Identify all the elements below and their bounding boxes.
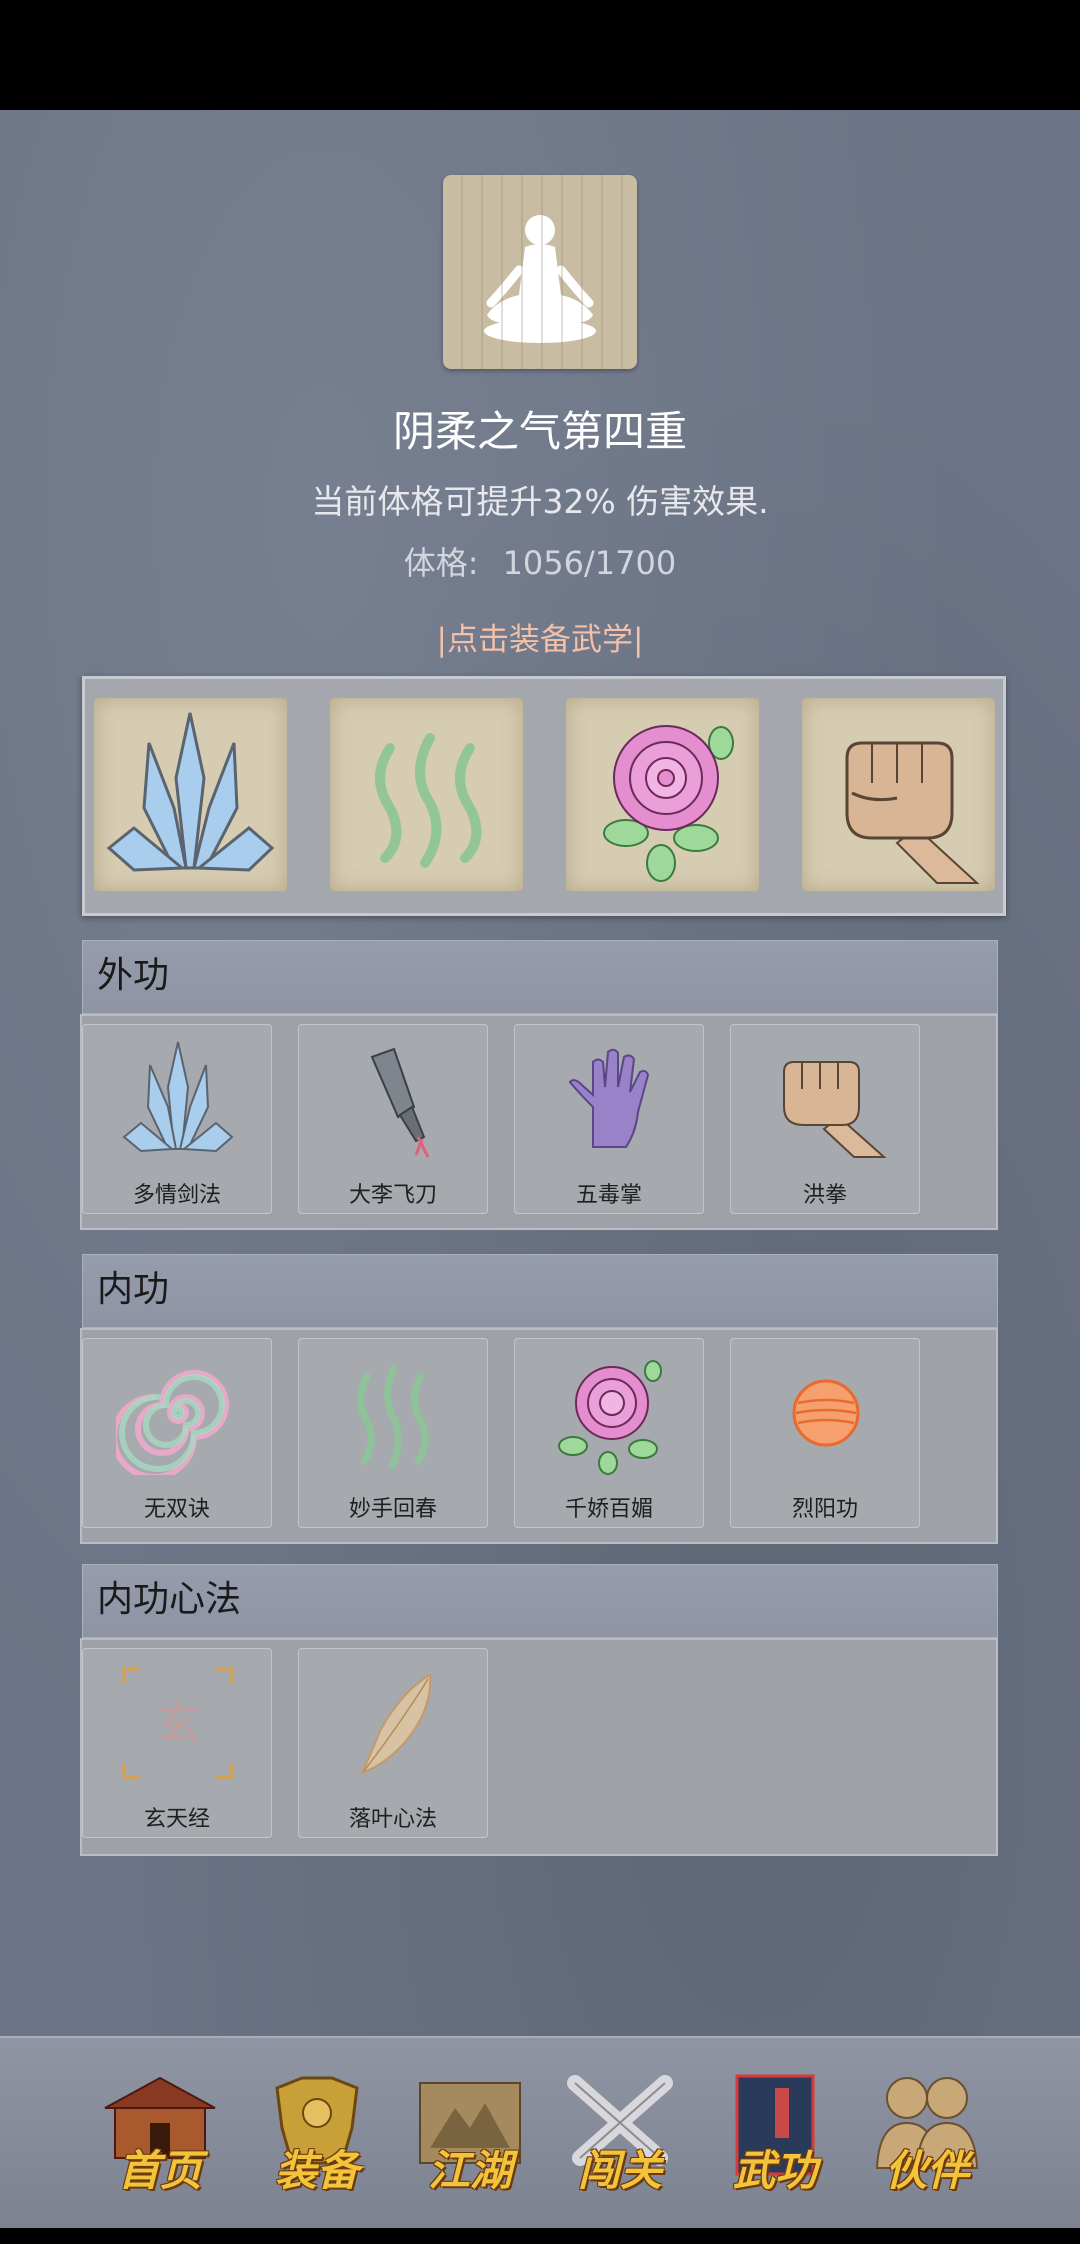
- section-header-external: 外功: [82, 940, 998, 1014]
- skill-label: 五毒掌: [575, 1183, 642, 1208]
- nav-label: 首页: [117, 2146, 202, 2195]
- skill-card-wushuang-art[interactable]: 无双诀: [82, 1338, 272, 1528]
- leaf-icon: [360, 1673, 432, 1775]
- section-mind-method-list: 玄 玄天经 落叶心法: [80, 1638, 998, 1856]
- xuan-glyph: 玄: [156, 1699, 200, 1750]
- nav-label: 闯关: [577, 2146, 662, 2195]
- fist-icon: [783, 1061, 887, 1158]
- xuan-scroll-icon: 玄: [122, 1667, 234, 1779]
- nav-challenge[interactable]: 闯关: [555, 2068, 685, 2198]
- skill-label: 妙手回春: [348, 1497, 437, 1522]
- spiral-icon: [116, 1370, 229, 1475]
- cleaver-icon: [370, 1047, 430, 1158]
- equip-martial-arts-link[interactable]: |点击装备武学|: [0, 614, 1080, 659]
- skill-label: 烈阳功: [791, 1497, 858, 1522]
- constitution-stat: 体格: 1056/1700: [0, 538, 1080, 584]
- nav-jianghu[interactable]: 江湖: [405, 2068, 535, 2198]
- skill-card-flying-dagger[interactable]: 大李飞刀: [298, 1024, 488, 1214]
- nav-equipment[interactable]: 装备: [252, 2068, 382, 2198]
- nav-label: 江湖: [427, 2146, 512, 2195]
- section-header-mind-method: 内功心法: [82, 1564, 998, 1638]
- skill-label: 千娇百媚: [564, 1497, 653, 1522]
- poison-hand-icon: [568, 1048, 650, 1148]
- skill-label: 大李飞刀: [348, 1183, 437, 1208]
- skill-card-five-poison-palm[interactable]: 五毒掌: [514, 1024, 704, 1214]
- skill-card-lieyang-gong[interactable]: 烈阳功: [730, 1338, 920, 1528]
- bottom-nav: 首页 装备 江湖 闯关 武功 伙伴: [0, 2036, 1080, 2228]
- section-header-internal: 内功: [82, 1254, 998, 1328]
- skill-label: 无双诀: [143, 1497, 210, 1522]
- equipped-slot-4[interactable]: [802, 698, 995, 891]
- skill-label: 玄天经: [143, 1807, 210, 1832]
- nav-label: 装备: [274, 2146, 359, 2195]
- skill-card-qianjiao-baimei[interactable]: 千娇百媚: [514, 1338, 704, 1528]
- technique-title: 阴柔之气第四重: [392, 407, 687, 456]
- equipped-slot-3[interactable]: [566, 698, 759, 891]
- equipped-slots: [82, 676, 1006, 916]
- skill-label: 落叶心法: [348, 1807, 437, 1832]
- skill-label: 洪拳: [802, 1183, 847, 1208]
- ice-blades-icon: [106, 712, 275, 872]
- skill-card-hong-fist[interactable]: 洪拳: [730, 1024, 920, 1214]
- skill-card-falling-leaf[interactable]: 落叶心法: [298, 1648, 488, 1838]
- rose-icon: [603, 725, 734, 882]
- section-internal-list: 无双诀 妙手回春 千娇百媚 烈阳功: [80, 1328, 998, 1544]
- nav-companions[interactable]: 伙伴: [862, 2068, 992, 2198]
- nav-home[interactable]: 首页: [95, 2068, 225, 2198]
- nav-label: 伙伴: [884, 2146, 969, 2195]
- technique-description: 当前体格可提升32% 伤害效果.: [311, 482, 769, 521]
- skill-label: 多情剑法: [132, 1183, 221, 1208]
- ice-blades-icon: [122, 1041, 234, 1153]
- stat-label: 体格:: [403, 544, 479, 582]
- main-panel: 阴柔之气第四重 当前体格可提升32% 伤害效果. 体格: 1056/1700 |点…: [0, 110, 1080, 2228]
- section-external-list: 多情剑法 大李飞刀 五毒掌 洪拳: [80, 1014, 998, 1230]
- fist-icon: [845, 741, 980, 884]
- skill-card-xuantian-classic[interactable]: 玄 玄天经: [82, 1648, 272, 1838]
- skill-card-duoqing-sword[interactable]: 多情剑法: [82, 1024, 272, 1214]
- nav-label: 武功: [732, 2146, 817, 2195]
- rose-icon: [558, 1360, 662, 1475]
- skill-card-miaoshou-huichun[interactable]: 妙手回春: [298, 1338, 488, 1528]
- stat-value: 1056/1700: [502, 544, 677, 582]
- equipped-slot-2[interactable]: [330, 698, 523, 891]
- meditation-avatar: [443, 175, 637, 369]
- sun-orb-icon: [792, 1379, 860, 1447]
- nav-martial-arts[interactable]: 武功: [710, 2068, 840, 2198]
- healing-wind-icon: [375, 733, 482, 868]
- equipped-slot-1[interactable]: [94, 698, 287, 891]
- healing-wind-icon: [357, 1365, 429, 1470]
